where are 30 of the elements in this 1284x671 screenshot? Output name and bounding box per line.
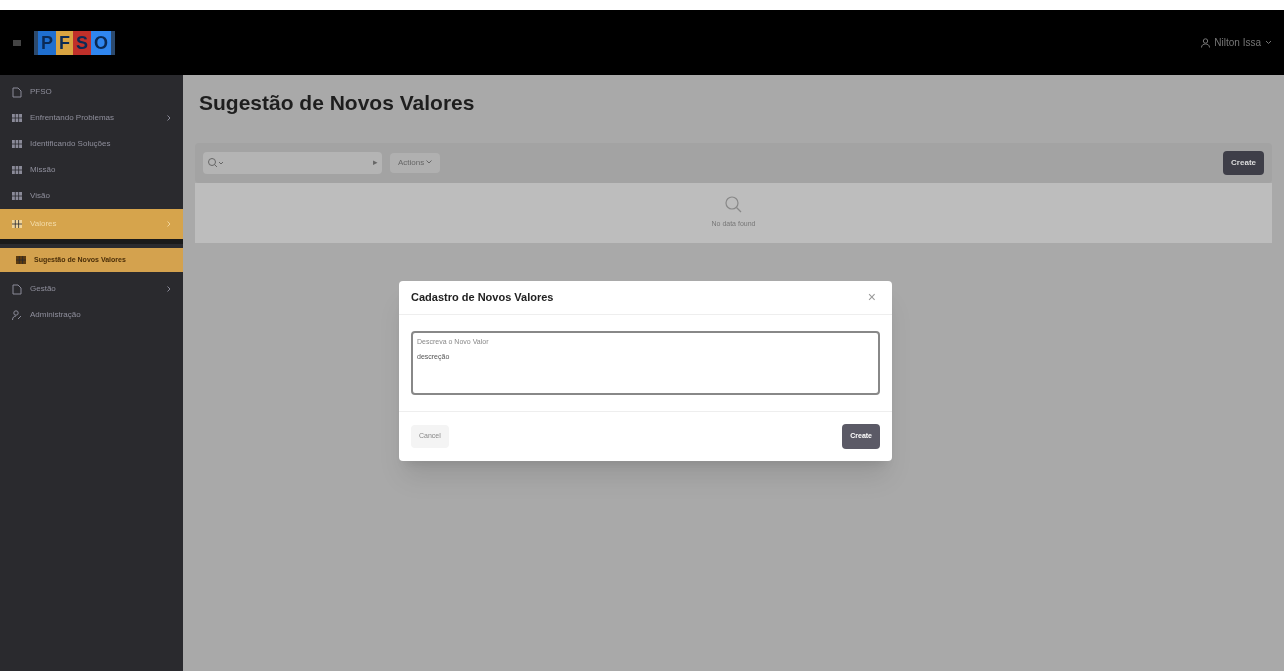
sidebar-item[interactable]: Visão [0,183,183,209]
sidebar-item[interactable]: Missão [0,157,183,183]
page-icon [12,86,22,98]
user-menu[interactable]: Nilton Issa [1201,35,1272,50]
grid-icon [16,256,26,264]
sidebar-item[interactable]: Enfrentando Problemas [0,105,183,131]
close-button[interactable]: × [863,287,880,308]
go-button[interactable]: ▸ [373,155,378,170]
page-title: Sugestão de Novos Valores [198,90,476,116]
search-field[interactable]: ▸ [203,151,382,174]
page-icon [12,283,22,295]
sidebar-item[interactable]: Administração [0,302,183,328]
grid-icon [12,192,22,200]
user-icon [12,309,22,321]
menu-icon[interactable] [12,37,22,48]
grid-icon [12,140,22,148]
sidebar-item[interactable]: Identificando Soluções [0,131,183,157]
search-icon [207,156,225,169]
grid-icon [12,166,22,174]
dialog-title: Cadastro de Novos Valores [411,290,554,306]
actions-menu[interactable]: Actions [390,152,441,173]
sidebar-item[interactable]: PFSO [0,79,183,105]
create-button[interactable]: Create [1223,150,1264,175]
logo[interactable]: P F S O [34,30,116,55]
chevron-down-icon [1265,40,1272,45]
grid-icon [12,114,22,122]
grid-icon [12,220,22,228]
chevron-down-icon [426,160,433,165]
sidebar-item[interactable]: Gestão [0,276,183,302]
user-icon [1201,37,1211,48]
